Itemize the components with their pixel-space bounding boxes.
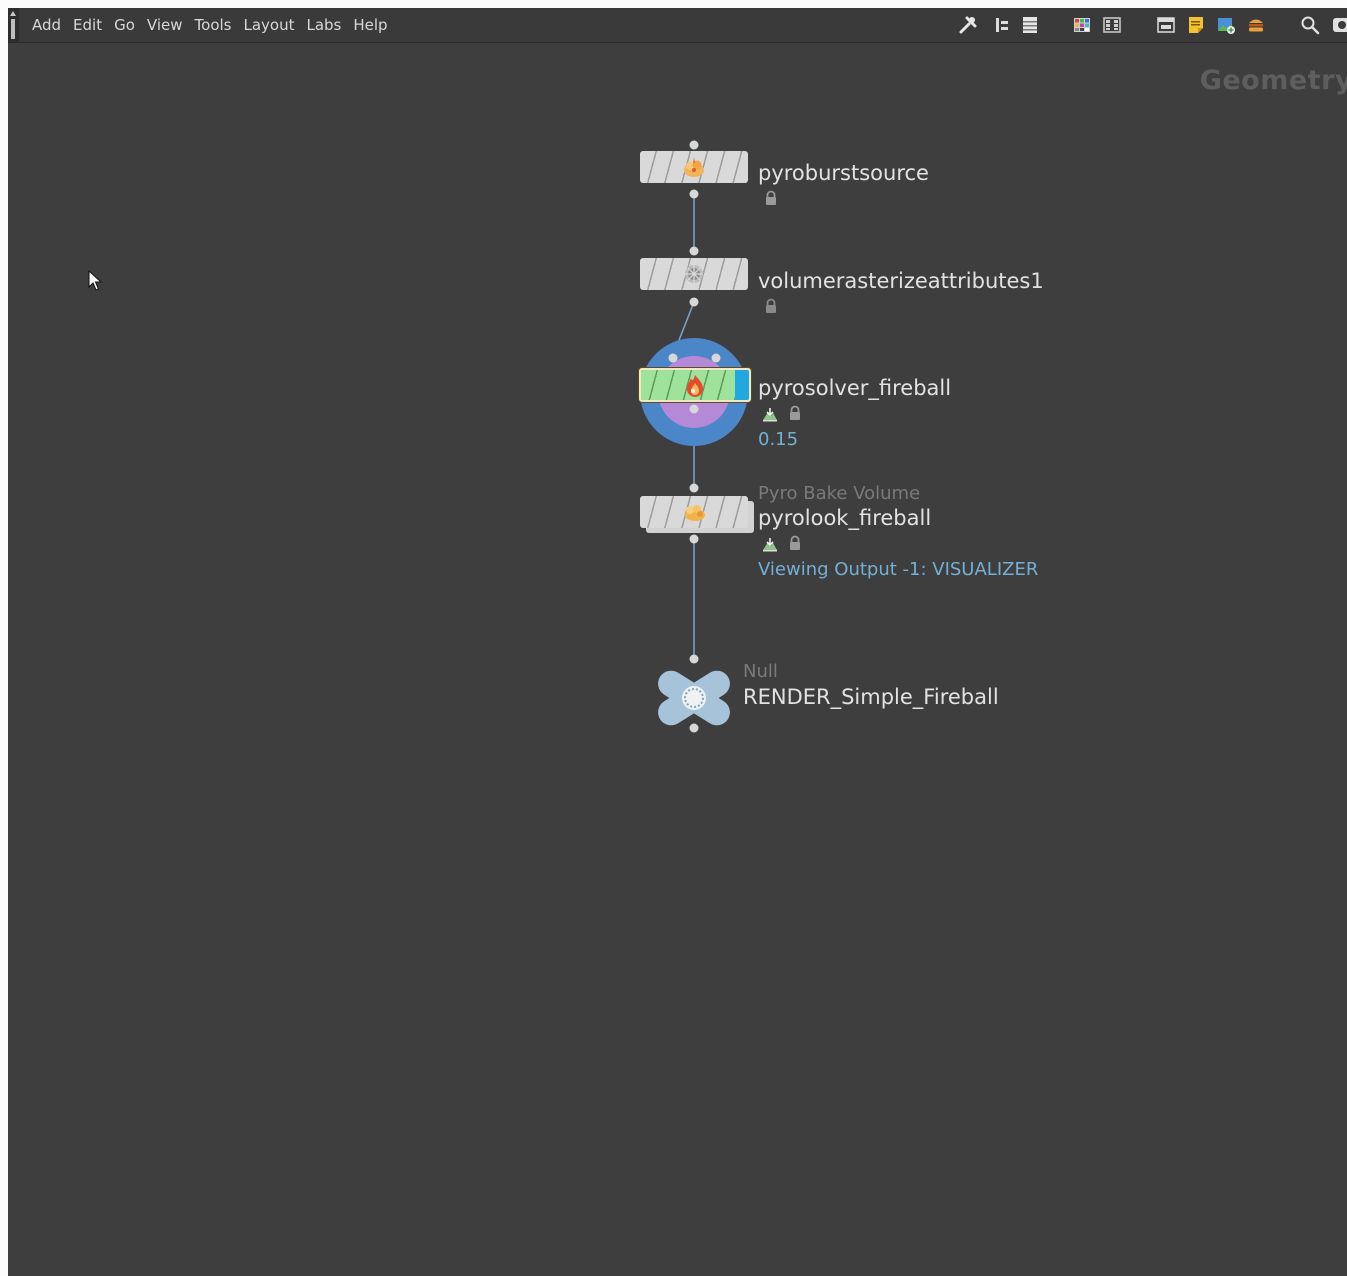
output-connector[interactable]: [688, 296, 700, 308]
background-image-icon[interactable]: [1216, 15, 1236, 35]
lock-icon[interactable]: [763, 298, 779, 314]
input-connector[interactable]: [688, 245, 700, 257]
sticky-note-icon[interactable]: [1186, 15, 1206, 35]
search-icon[interactable]: [1300, 15, 1320, 35]
node-name[interactable]: volumerasterizeattributes1: [758, 269, 1044, 293]
node-note-value: 0.15: [758, 429, 799, 450]
burst-source-icon: [680, 153, 708, 181]
node-body[interactable]: [640, 496, 748, 528]
lock-icon[interactable]: [787, 535, 803, 551]
input-connector[interactable]: [688, 653, 700, 665]
node-name[interactable]: pyrosolver_fireball: [758, 376, 951, 400]
wrench-icon[interactable]: [958, 15, 978, 35]
eye-icon[interactable]: [1332, 15, 1347, 35]
lock-icon[interactable]: [787, 405, 803, 421]
mouse-cursor-icon: [88, 270, 103, 291]
output-connector[interactable]: [688, 403, 700, 415]
input-connector-right[interactable]: [710, 352, 722, 364]
output-connector[interactable]: [688, 533, 700, 545]
node-body[interactable]: [640, 258, 748, 290]
node-wires: [671, 195, 695, 659]
fire-icon: [681, 372, 709, 400]
input-connector[interactable]: [688, 482, 700, 494]
network-box-icon[interactable]: [1156, 15, 1176, 35]
output-connector[interactable]: [688, 188, 700, 200]
network-toolbar: [8, 15, 1347, 37]
color-palette-icon[interactable]: [1072, 15, 1092, 35]
node-body-selected[interactable]: [639, 368, 751, 402]
node-body[interactable]: [640, 151, 748, 183]
node-type-label: Null: [743, 661, 778, 682]
smoke-icon: [680, 498, 708, 526]
node-name[interactable]: RENDER_Simple_Fireball: [743, 685, 999, 709]
display-flag-icon[interactable]: [762, 536, 778, 552]
node-type-label: Pyro Bake Volume: [758, 483, 921, 504]
tree-view-icon[interactable]: [992, 15, 1012, 35]
lock-icon[interactable]: [763, 190, 779, 206]
network-editor: Add Edit Go View Tools Layout Labs Help: [8, 8, 1347, 1276]
menu-bar: Add Edit Go View Tools Layout Labs Help: [8, 8, 1347, 43]
null-node-icon[interactable]: [654, 667, 734, 729]
display-flag-icon[interactable]: [762, 406, 778, 422]
node-name[interactable]: pyrolook_fireball: [758, 506, 931, 530]
list-view-icon[interactable]: [1020, 15, 1040, 35]
rasterize-icon: [680, 260, 708, 288]
hamburger-menu-icon[interactable]: [1246, 15, 1266, 35]
input-connector[interactable]: [688, 139, 700, 151]
output-connector[interactable]: [688, 722, 700, 734]
grid-view-icon[interactable]: [1102, 15, 1122, 35]
network-canvas[interactable]: Geometry pyroburstsource volumerasterize…: [8, 43, 1347, 1276]
display-flag-bar[interactable]: [735, 370, 749, 400]
node-note-viewing-output: Viewing Output -1: VISUALIZER: [758, 559, 1039, 580]
node-name[interactable]: pyroburstsource: [758, 161, 929, 185]
input-connector-left[interactable]: [667, 352, 679, 364]
